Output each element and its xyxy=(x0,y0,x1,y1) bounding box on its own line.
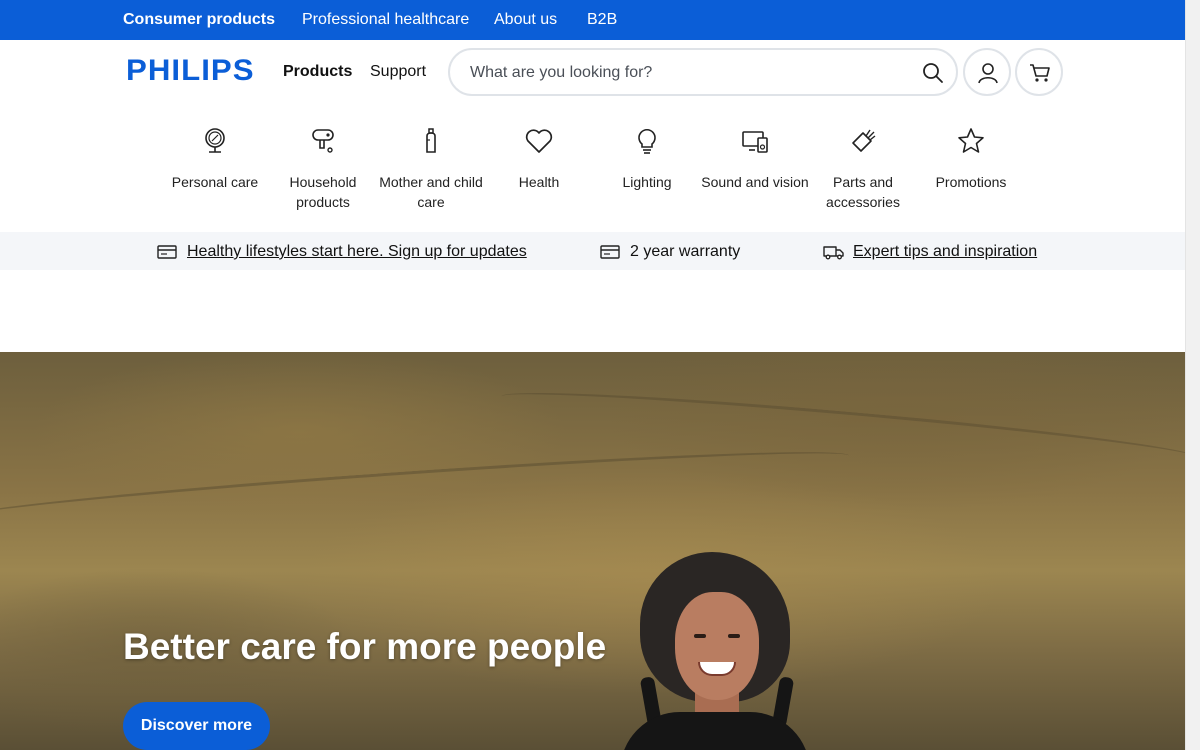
nav-products[interactable]: Products xyxy=(283,62,352,82)
topbar-link-b2b[interactable]: B2B xyxy=(587,10,617,30)
category-label: Lighting xyxy=(622,174,672,190)
category-label: Personal care xyxy=(171,174,259,190)
topbar-link-about-us[interactable]: About us xyxy=(494,10,557,30)
benefit-expert-tips-link[interactable]: Expert tips and inspiration xyxy=(853,242,1037,262)
discover-more-button[interactable]: Discover more xyxy=(123,702,270,750)
nav-support[interactable]: Support xyxy=(370,62,426,82)
category-label: Promotions xyxy=(935,174,1007,190)
benefit-warranty-text: 2 year warranty xyxy=(630,243,741,260)
lightbulb-icon xyxy=(638,129,656,154)
star-icon xyxy=(958,128,984,153)
category-parts-and-accessories[interactable]: Parts and accessories xyxy=(809,126,917,212)
baby-bottle-icon xyxy=(426,128,436,153)
category-household-products[interactable]: Household products xyxy=(269,126,377,212)
category-lighting[interactable]: Lighting xyxy=(593,126,701,192)
benefit-signup-link[interactable]: Healthy lifestyles start here. Sign up f… xyxy=(187,242,527,262)
hero-hill-ridge xyxy=(0,440,850,534)
accessory-brush-icon xyxy=(852,129,876,152)
card-icon xyxy=(157,245,177,259)
category-sound-and-vision[interactable]: Sound and vision xyxy=(701,126,809,192)
hero-title: Better care for more people xyxy=(123,626,607,667)
monitor-speaker-icon xyxy=(742,131,768,153)
cart-button[interactable] xyxy=(1015,48,1063,96)
mirror-icon xyxy=(205,128,225,153)
user-icon xyxy=(978,63,998,84)
truck-icon xyxy=(823,246,844,260)
account-button[interactable] xyxy=(963,48,1011,96)
category-label: Household products xyxy=(289,174,357,210)
cart-icon xyxy=(1030,64,1050,82)
iron-icon xyxy=(312,129,334,153)
topbar-link-consumer-products[interactable]: Consumer products xyxy=(123,10,275,30)
search-input[interactable] xyxy=(470,62,900,84)
category-label: Mother and child care xyxy=(379,174,483,210)
hero-person-image xyxy=(600,552,830,750)
heart-icon xyxy=(525,129,553,153)
topbar-link-professional-healthcare[interactable]: Professional healthcare xyxy=(302,10,469,30)
philips-logo[interactable]: PHILIPS xyxy=(126,56,255,86)
card-icon xyxy=(600,245,620,259)
search-box xyxy=(448,48,958,96)
benefits-bar: Healthy lifestyles start here. Sign up f… xyxy=(0,232,1185,270)
category-label: Parts and accessories xyxy=(826,174,900,210)
top-bar: Consumer products Professional healthcar… xyxy=(0,0,1185,40)
category-label: Health xyxy=(518,174,560,190)
category-label: Sound and vision xyxy=(701,174,809,190)
category-personal-care[interactable]: Personal care xyxy=(161,126,269,192)
category-health[interactable]: Health xyxy=(485,126,593,192)
category-promotions[interactable]: Promotions xyxy=(917,126,1025,192)
hero-banner: Better care for more people Discover mor… xyxy=(0,352,1185,750)
category-mother-and-child-care[interactable]: Mother and child care xyxy=(377,126,485,212)
scrollbar[interactable] xyxy=(1185,0,1200,750)
search-icon[interactable] xyxy=(922,62,944,84)
